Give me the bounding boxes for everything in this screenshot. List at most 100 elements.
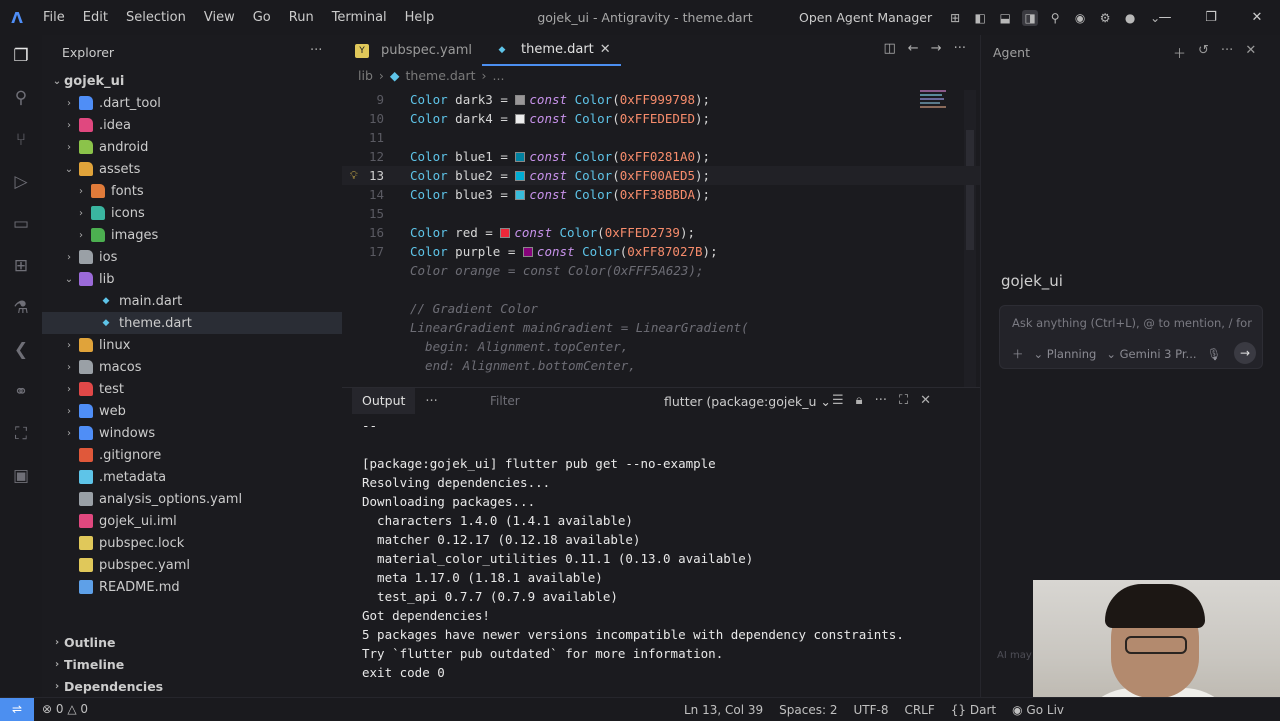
color-swatch[interactable]: [515, 152, 526, 162]
tree-item[interactable]: gojek_ui.iml: [42, 510, 342, 532]
search-icon[interactable]: ⚲: [1047, 10, 1063, 26]
plus-icon[interactable]: ＋: [1012, 346, 1024, 362]
tree-item[interactable]: › .idea: [42, 114, 342, 136]
menu-terminal[interactable]: Terminal: [323, 0, 396, 35]
arrow-left-icon[interactable]: ←: [908, 41, 919, 56]
close-icon[interactable]: ✕: [1245, 43, 1256, 62]
devices-icon[interactable]: ▣: [0, 455, 42, 497]
more-actions-icon[interactable]: ···: [425, 394, 437, 409]
tab-pubspec-yaml[interactable]: Y pubspec.yaml: [342, 35, 482, 66]
color-swatch[interactable]: [515, 114, 526, 124]
close-tab-icon[interactable]: ✕: [600, 42, 611, 57]
extensions-icon[interactable]: ⊞: [0, 245, 42, 287]
ghost-suggestion-line[interactable]: Color orange = const Color(0xFFF5A623);: [342, 261, 980, 280]
menu-run[interactable]: Run: [280, 0, 323, 35]
close-panel-icon[interactable]: ✕: [920, 393, 931, 408]
menu-view[interactable]: View: [195, 0, 244, 35]
tree-item[interactable]: › .dart_tool: [42, 92, 342, 114]
tree-item[interactable]: › ios: [42, 246, 342, 268]
tree-item[interactable]: › images: [42, 224, 342, 246]
line-endings[interactable]: CRLF: [896, 703, 942, 717]
tree-item[interactable]: .gitignore: [42, 444, 342, 466]
tree-item[interactable]: ◆ theme.dart: [42, 312, 342, 334]
model-select[interactable]: ⌄ Gemini 3 Pr...: [1106, 347, 1196, 361]
open-agent-manager-button[interactable]: Open Agent Manager: [799, 10, 932, 25]
color-swatch[interactable]: [500, 228, 511, 238]
tree-item[interactable]: pubspec.lock: [42, 532, 342, 554]
menu-help[interactable]: Help: [396, 0, 444, 35]
lightbulb-icon[interactable]: 💡︎: [350, 166, 358, 185]
output-channel-select[interactable]: flutter (package:gojek_u ⌄: [664, 394, 831, 409]
tree-item[interactable]: › web: [42, 400, 342, 422]
agent-prompt-input[interactable]: Ask anything (Ctrl+L), @ to mention, / f…: [1012, 316, 1256, 330]
ghost-suggestion-line[interactable]: begin: Alignment.topCenter,: [342, 337, 980, 356]
gear-icon[interactable]: ⚙: [1097, 10, 1113, 26]
arrow-right-icon[interactable]: →: [931, 41, 942, 56]
output-log[interactable]: -- [package:gojek_ui] flutter pub get --n…: [362, 416, 904, 682]
output-filter-input[interactable]: Filter: [490, 394, 520, 408]
source-control-icon[interactable]: ⑂: [0, 119, 42, 161]
screenshot-icon[interactable]: ⛶: [0, 413, 42, 455]
send-arrow-icon[interactable]: →: [1234, 342, 1256, 364]
tab-output[interactable]: Output: [352, 388, 416, 414]
layout-grid-icon[interactable]: ⊞: [947, 10, 963, 26]
ghost-suggestion-line[interactable]: [342, 280, 980, 299]
menu-edit[interactable]: Edit: [74, 0, 117, 35]
code-line[interactable]: 11: [342, 128, 980, 147]
encoding[interactable]: UTF-8: [845, 703, 896, 717]
tree-item[interactable]: › windows: [42, 422, 342, 444]
tree-item[interactable]: pubspec.yaml: [42, 554, 342, 576]
code-line[interactable]: 9 Color dark3 = const Color(0xFF999798);: [342, 90, 980, 109]
color-swatch[interactable]: [522, 247, 533, 257]
section-timeline[interactable]: › Timeline: [42, 653, 342, 675]
restore-icon[interactable]: ❐: [1188, 0, 1234, 35]
code-line[interactable]: 16 Color red = const Color(0xFFED2739);: [342, 223, 980, 242]
indentation[interactable]: Spaces: 2: [771, 703, 845, 717]
lock-icon[interactable]: 🔒︎: [856, 393, 863, 408]
more-actions-icon[interactable]: ···: [954, 41, 966, 56]
menu-selection[interactable]: Selection: [117, 0, 195, 35]
code-editor[interactable]: 9 Color dark3 = const Color(0xFF999798); 1…: [342, 90, 980, 387]
color-swatch[interactable]: [515, 171, 526, 181]
ghost-suggestion-line[interactable]: // Gradient Color: [342, 299, 980, 318]
flutter-icon[interactable]: ❮: [0, 329, 42, 371]
language-mode[interactable]: {} Dart: [943, 703, 1004, 717]
maximize-panel-icon[interactable]: ⛶: [899, 393, 908, 408]
code-line[interactable]: 10 Color dark4 = const Color(0xFFEDEDED);: [342, 109, 980, 128]
account-avatar-icon[interactable]: ●: [1122, 10, 1138, 26]
explorer-files-icon[interactable]: ❐: [0, 35, 42, 77]
section-dependencies[interactable]: › Dependencies: [42, 675, 342, 697]
code-line[interactable]: 17 Color purple = const Color(0xFF87027B)…: [342, 242, 980, 261]
microphone-icon[interactable]: 🎙︎: [1207, 347, 1222, 361]
more-actions-icon[interactable]: ···: [310, 43, 322, 58]
more-actions-icon[interactable]: ···: [1221, 43, 1233, 62]
tree-item[interactable]: ⌄ assets: [42, 158, 342, 180]
tree-root[interactable]: ⌄ gojek_ui: [42, 70, 342, 92]
tree-item[interactable]: README.md: [42, 576, 342, 598]
tree-item[interactable]: ⌄ lib: [42, 268, 342, 290]
minimize-icon[interactable]: —: [1142, 0, 1188, 35]
more-actions-icon[interactable]: ···: [875, 393, 887, 408]
split-editor-icon[interactable]: ◫: [883, 41, 895, 56]
browser-icon[interactable]: ◉: [1072, 10, 1088, 26]
remote-explorer-icon[interactable]: ▭: [0, 203, 42, 245]
breadcrumb-lib[interactable]: lib: [358, 68, 373, 83]
problems-indicator[interactable]: ⊗ 0 △ 0: [34, 702, 96, 716]
history-icon[interactable]: ↺: [1198, 43, 1209, 62]
cursor-position[interactable]: Ln 13, Col 39: [676, 703, 771, 717]
code-line[interactable]: 14 Color blue3 = const Color(0xFF38BBDA);: [342, 185, 980, 204]
git-graph-icon[interactable]: ⚭: [0, 371, 42, 413]
menu-go[interactable]: Go: [244, 0, 280, 35]
toggle-secondary-sidebar-icon[interactable]: ◨: [1022, 9, 1039, 26]
toggle-panel-icon[interactable]: ⬓: [997, 10, 1013, 26]
color-swatch[interactable]: [515, 190, 526, 200]
remote-indicator-icon[interactable]: ⇌: [0, 697, 34, 721]
tree-item[interactable]: › icons: [42, 202, 342, 224]
mode-select[interactable]: ⌄ Planning: [1034, 347, 1097, 361]
tree-item[interactable]: › macos: [42, 356, 342, 378]
code-line[interactable]: 15: [342, 204, 980, 223]
menu-file[interactable]: File: [34, 0, 74, 35]
breadcrumb-file[interactable]: theme.dart: [406, 68, 476, 83]
tree-item[interactable]: ◆ main.dart: [42, 290, 342, 312]
search-icon[interactable]: ⚲: [0, 77, 42, 119]
